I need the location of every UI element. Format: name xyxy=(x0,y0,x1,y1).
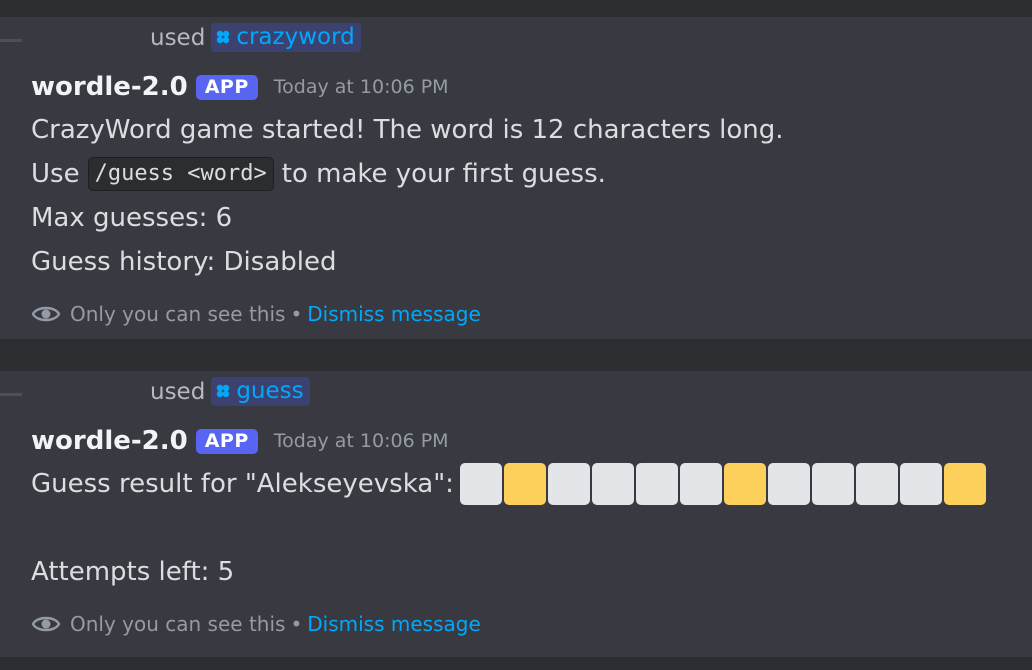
guess-tile-gray xyxy=(679,463,722,505)
author-name[interactable]: wordle-2.0 xyxy=(31,426,188,456)
message-header: wordle-2.0 APP Today at 10:06 PM xyxy=(31,72,449,102)
line-2-suffix: to make your first guess. xyxy=(281,159,606,189)
message-header: wordle-2.0 APP Today at 10:06 PM xyxy=(31,426,449,456)
command-usage: used crazyword xyxy=(150,23,361,52)
line-2-prefix: Use xyxy=(31,159,80,189)
guess-tile-yellow xyxy=(723,463,766,505)
guess-tile-gray xyxy=(855,463,898,505)
used-label: used xyxy=(150,24,206,51)
separator-dot: • xyxy=(290,302,303,326)
channel-gap xyxy=(0,0,1032,17)
author-name[interactable]: wordle-2.0 xyxy=(31,72,188,102)
message-crazyword: used crazyword wordle-2.0 APP Today at 1… xyxy=(0,17,1032,339)
guess-result-line: Guess result for "Alekseyevska": xyxy=(31,463,988,505)
command-name: crazyword xyxy=(236,24,355,50)
guess-tile-gray xyxy=(459,463,502,505)
dismiss-message-link[interactable]: Dismiss message xyxy=(307,612,481,636)
separator-dot: • xyxy=(290,612,303,636)
guess-result-label: Guess result for "Alekseyevska": xyxy=(31,469,454,499)
reply-spine xyxy=(0,39,22,42)
used-label: used xyxy=(150,378,206,405)
ephemeral-footer: Only you can see this • Dismiss message xyxy=(31,299,481,329)
guess-tile-gray xyxy=(767,463,810,505)
ephemeral-note: Only you can see this xyxy=(70,302,286,326)
inline-code: /guess <word> xyxy=(87,157,274,191)
guess-tile-gray xyxy=(811,463,854,505)
guess-tile-gray xyxy=(635,463,678,505)
timestamp[interactable]: Today at 10:06 PM xyxy=(274,430,449,452)
command-mention-guess[interactable]: guess xyxy=(211,377,310,406)
command-usage: used guess xyxy=(150,377,310,406)
ephemeral-footer: Only you can see this • Dismiss message xyxy=(31,609,481,639)
guess-tile-gray xyxy=(547,463,590,505)
dismiss-message-link[interactable]: Dismiss message xyxy=(307,302,481,326)
app-badge: APP xyxy=(195,428,258,454)
ephemeral-note: Only you can see this xyxy=(70,612,286,636)
slash-command-icon xyxy=(217,384,230,398)
message-guess: used guess wordle-2.0 APP Today at 10:06… xyxy=(0,371,1032,657)
command-name: guess xyxy=(236,378,304,404)
timestamp[interactable]: Today at 10:06 PM xyxy=(274,76,449,98)
attempts-left: Attempts left: 5 xyxy=(31,557,235,587)
app-badge: APP xyxy=(195,74,258,100)
slash-command-icon xyxy=(217,30,230,44)
message-line-2: Use /guess <word> to make your first gue… xyxy=(31,157,606,191)
guess-tile-gray xyxy=(591,463,634,505)
message-line-3: Max guesses: 6 xyxy=(31,203,233,233)
message-line-4: Guess history: Disabled xyxy=(31,247,337,277)
guess-tiles xyxy=(459,463,988,505)
eye-icon xyxy=(31,616,61,632)
command-mention-crazyword[interactable]: crazyword xyxy=(211,23,361,52)
channel-gap xyxy=(0,339,1032,371)
guess-tile-yellow xyxy=(943,463,986,505)
channel-gap xyxy=(0,657,1032,670)
eye-icon xyxy=(31,306,61,322)
reply-spine xyxy=(0,393,22,396)
guess-tile-yellow xyxy=(503,463,546,505)
guess-tile-gray xyxy=(899,463,942,505)
message-line-1: CrazyWord game started! The word is 12 c… xyxy=(31,115,784,145)
